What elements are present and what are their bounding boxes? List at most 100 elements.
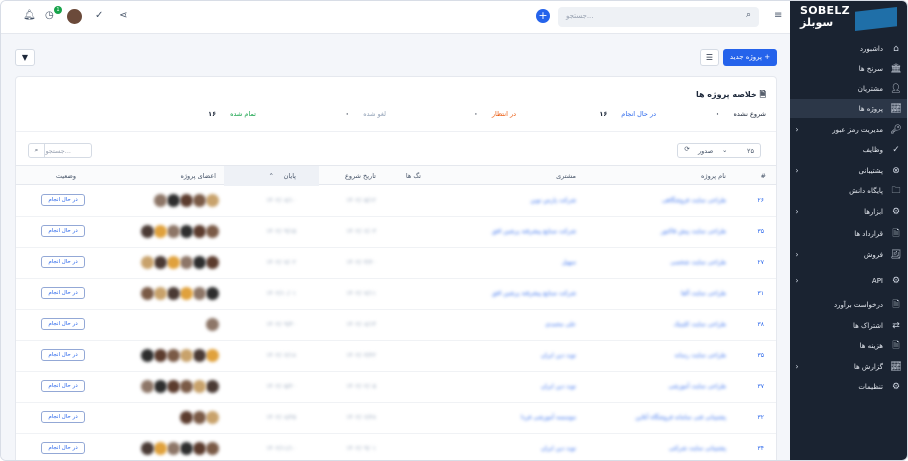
sidebar-item[interactable]: 🔑︎ مدیریت رمز عبور ‹	[790, 120, 907, 139]
column-header[interactable]: پایان	[284, 172, 296, 180]
sidebar-item[interactable]: 🗎 هزینه ها	[790, 336, 907, 355]
sidebar-item[interactable]: 📈︎ گزارش ها ‹	[790, 357, 907, 376]
member-avatar[interactable]	[180, 194, 193, 207]
client-name[interactable]: شرکت صنایع پیشرفته پرشین افق	[492, 228, 576, 235]
project-name[interactable]: طراحی سایت فروشگاهی	[662, 197, 726, 204]
column-header[interactable]: نام پروژه	[701, 172, 726, 180]
member-avatar[interactable]	[141, 256, 154, 269]
table-row[interactable]: ۳۲ پشتیبانی فنی سامانه فروشگاه آنلاین موسس…	[16, 403, 776, 434]
row-id[interactable]: ۲۷	[758, 259, 764, 266]
member-avatar[interactable]	[141, 442, 154, 455]
row-id[interactable]: ۳۷	[758, 383, 764, 390]
member-avatar[interactable]	[180, 411, 193, 424]
client-name[interactable]: شرکت پارس نوین	[530, 197, 576, 204]
quick-add-button[interactable]: +	[536, 9, 550, 23]
check-icon[interactable]: ✓	[95, 10, 103, 21]
sidebar-item[interactable]: ⌂ داشبورد	[790, 39, 907, 58]
member-avatar[interactable]	[206, 349, 219, 362]
status-badge[interactable]: در حال انجام	[41, 442, 85, 454]
row-id[interactable]: ۲۶	[758, 197, 764, 204]
column-header[interactable]: #	[761, 172, 766, 180]
table-row[interactable]: ۳۴ پشتیبانی سایت شرکتی نوید دین ایران ۱۴۰۲/…	[16, 434, 776, 460]
member-avatar[interactable]	[167, 349, 180, 362]
page-size-select[interactable]: ۲۵	[747, 147, 754, 155]
status-badge[interactable]: در حال انجام	[41, 194, 85, 206]
sidebar-item[interactable]: ⚙ API ‹	[790, 271, 907, 290]
new-project-button[interactable]: + پروژه جدید	[723, 49, 777, 66]
user-avatar[interactable]	[67, 9, 82, 24]
sidebar-item[interactable]: ⚙ ابزارها ‹	[790, 202, 907, 221]
export-button[interactable]: صدور	[698, 147, 713, 155]
list-view-button[interactable]: ☰	[700, 49, 719, 66]
sidebar-item[interactable]: ⇄ اشتراک ها	[790, 316, 907, 335]
member-avatar[interactable]	[167, 380, 180, 393]
member-avatar[interactable]	[206, 442, 219, 455]
client-name[interactable]: نوید دین ایران	[541, 352, 576, 359]
client-name[interactable]: موسسه آموزشی فردا	[521, 414, 576, 421]
client-name[interactable]: سهیل	[562, 259, 576, 266]
member-avatar[interactable]	[180, 380, 193, 393]
project-name[interactable]: طراحی سایت پیش فاکتور	[661, 228, 726, 235]
sidebar-item[interactable]: 👤︎ مشتریان	[790, 79, 907, 98]
row-id[interactable]: ۳۵	[758, 352, 764, 359]
status-badge[interactable]: در حال انجام	[41, 380, 85, 392]
member-avatar[interactable]	[167, 194, 180, 207]
client-name[interactable]: علی محمدی	[545, 321, 576, 328]
filter-button[interactable]: ▼	[15, 49, 35, 66]
member-avatar[interactable]	[206, 287, 219, 300]
brand-logo[interactable]: SOBELZ سوبلز	[790, 1, 907, 35]
member-avatar[interactable]	[193, 256, 206, 269]
sidebar-item[interactable]: ⊗ پشتیبانی ‹	[790, 161, 907, 180]
table-row[interactable]: ۳۷ طراحی سایت آموزشی نوید دین ایران ۱۴۰۲/۰۲…	[16, 372, 776, 403]
sidebar-item[interactable]: ⚙ تنظیمات	[790, 377, 907, 396]
member-avatar[interactable]	[154, 442, 167, 455]
member-avatar[interactable]	[206, 225, 219, 238]
status-badge[interactable]: در حال انجام	[41, 256, 85, 268]
member-avatar[interactable]	[180, 287, 193, 300]
status-badge[interactable]: در حال انجام	[41, 411, 85, 423]
sidebar-item[interactable]: 🗎 درخواست برآورد	[790, 295, 907, 314]
member-avatar[interactable]	[167, 225, 180, 238]
bell-icon[interactable]: 🔔︎	[23, 10, 36, 21]
status-badge[interactable]: در حال انجام	[41, 287, 85, 299]
column-header[interactable]: وضعیت	[56, 172, 76, 180]
refresh-icon[interactable]: ⟳	[680, 145, 694, 156]
table-row[interactable]: ۳۱ طراحی سایت آلفا شرکت صنایع پیشرفته پرشی…	[16, 279, 776, 310]
member-avatar[interactable]	[180, 225, 193, 238]
member-avatar[interactable]	[154, 380, 167, 393]
row-id[interactable]: ۳۵	[758, 228, 764, 235]
member-avatar[interactable]	[206, 318, 219, 331]
project-name[interactable]: طراحی سایت رسانه	[675, 352, 726, 359]
member-avatar[interactable]	[141, 349, 154, 362]
member-avatar[interactable]	[193, 349, 206, 362]
member-avatar[interactable]	[141, 225, 154, 238]
status-badge[interactable]: در حال انجام	[41, 318, 85, 330]
member-avatar[interactable]	[206, 194, 219, 207]
project-name[interactable]: پشتیبانی سایت شرکتی	[669, 445, 726, 452]
member-avatar[interactable]	[154, 287, 167, 300]
member-avatar[interactable]	[193, 442, 206, 455]
column-header[interactable]: اعضای پروژه	[180, 172, 216, 180]
project-name[interactable]: طراحی سایت شخصی	[670, 259, 726, 266]
row-id[interactable]: ۳۱	[758, 290, 764, 297]
member-avatar[interactable]	[193, 194, 206, 207]
member-avatar[interactable]	[154, 194, 167, 207]
member-avatar[interactable]	[180, 349, 193, 362]
clock-icon[interactable]: ◷	[45, 10, 54, 21]
client-name[interactable]: نوید دین ایران	[541, 383, 576, 390]
status-badge[interactable]: در حال انجام	[41, 349, 85, 361]
sidebar-item[interactable]: 🗀 پایگاه دانش	[790, 181, 907, 200]
column-header[interactable]: تگ ها	[406, 172, 421, 180]
row-id[interactable]: ۳۸	[758, 321, 764, 328]
project-name[interactable]: طراحی سایت کلینیک	[674, 321, 726, 328]
member-avatar[interactable]	[154, 225, 167, 238]
table-row[interactable]: ۳۸ طراحی سایت کلینیک علی محمدی ۱۴۰۲/۰۸/۱۴ ۱۴…	[16, 310, 776, 341]
table-search-input[interactable]: جستجو... ⌕	[28, 143, 92, 158]
member-avatar[interactable]	[193, 411, 206, 424]
project-name[interactable]: طراحی سایت آلفا	[681, 290, 726, 297]
sidebar-item[interactable]: 🧾︎ فروش ‹	[790, 245, 907, 264]
project-name[interactable]: پشتیبانی فنی سامانه فروشگاه آنلاین	[635, 414, 726, 421]
column-header[interactable]: تاریخ شروع	[345, 172, 376, 180]
status-badge[interactable]: در حال انجام	[41, 225, 85, 237]
member-avatar[interactable]	[141, 287, 154, 300]
